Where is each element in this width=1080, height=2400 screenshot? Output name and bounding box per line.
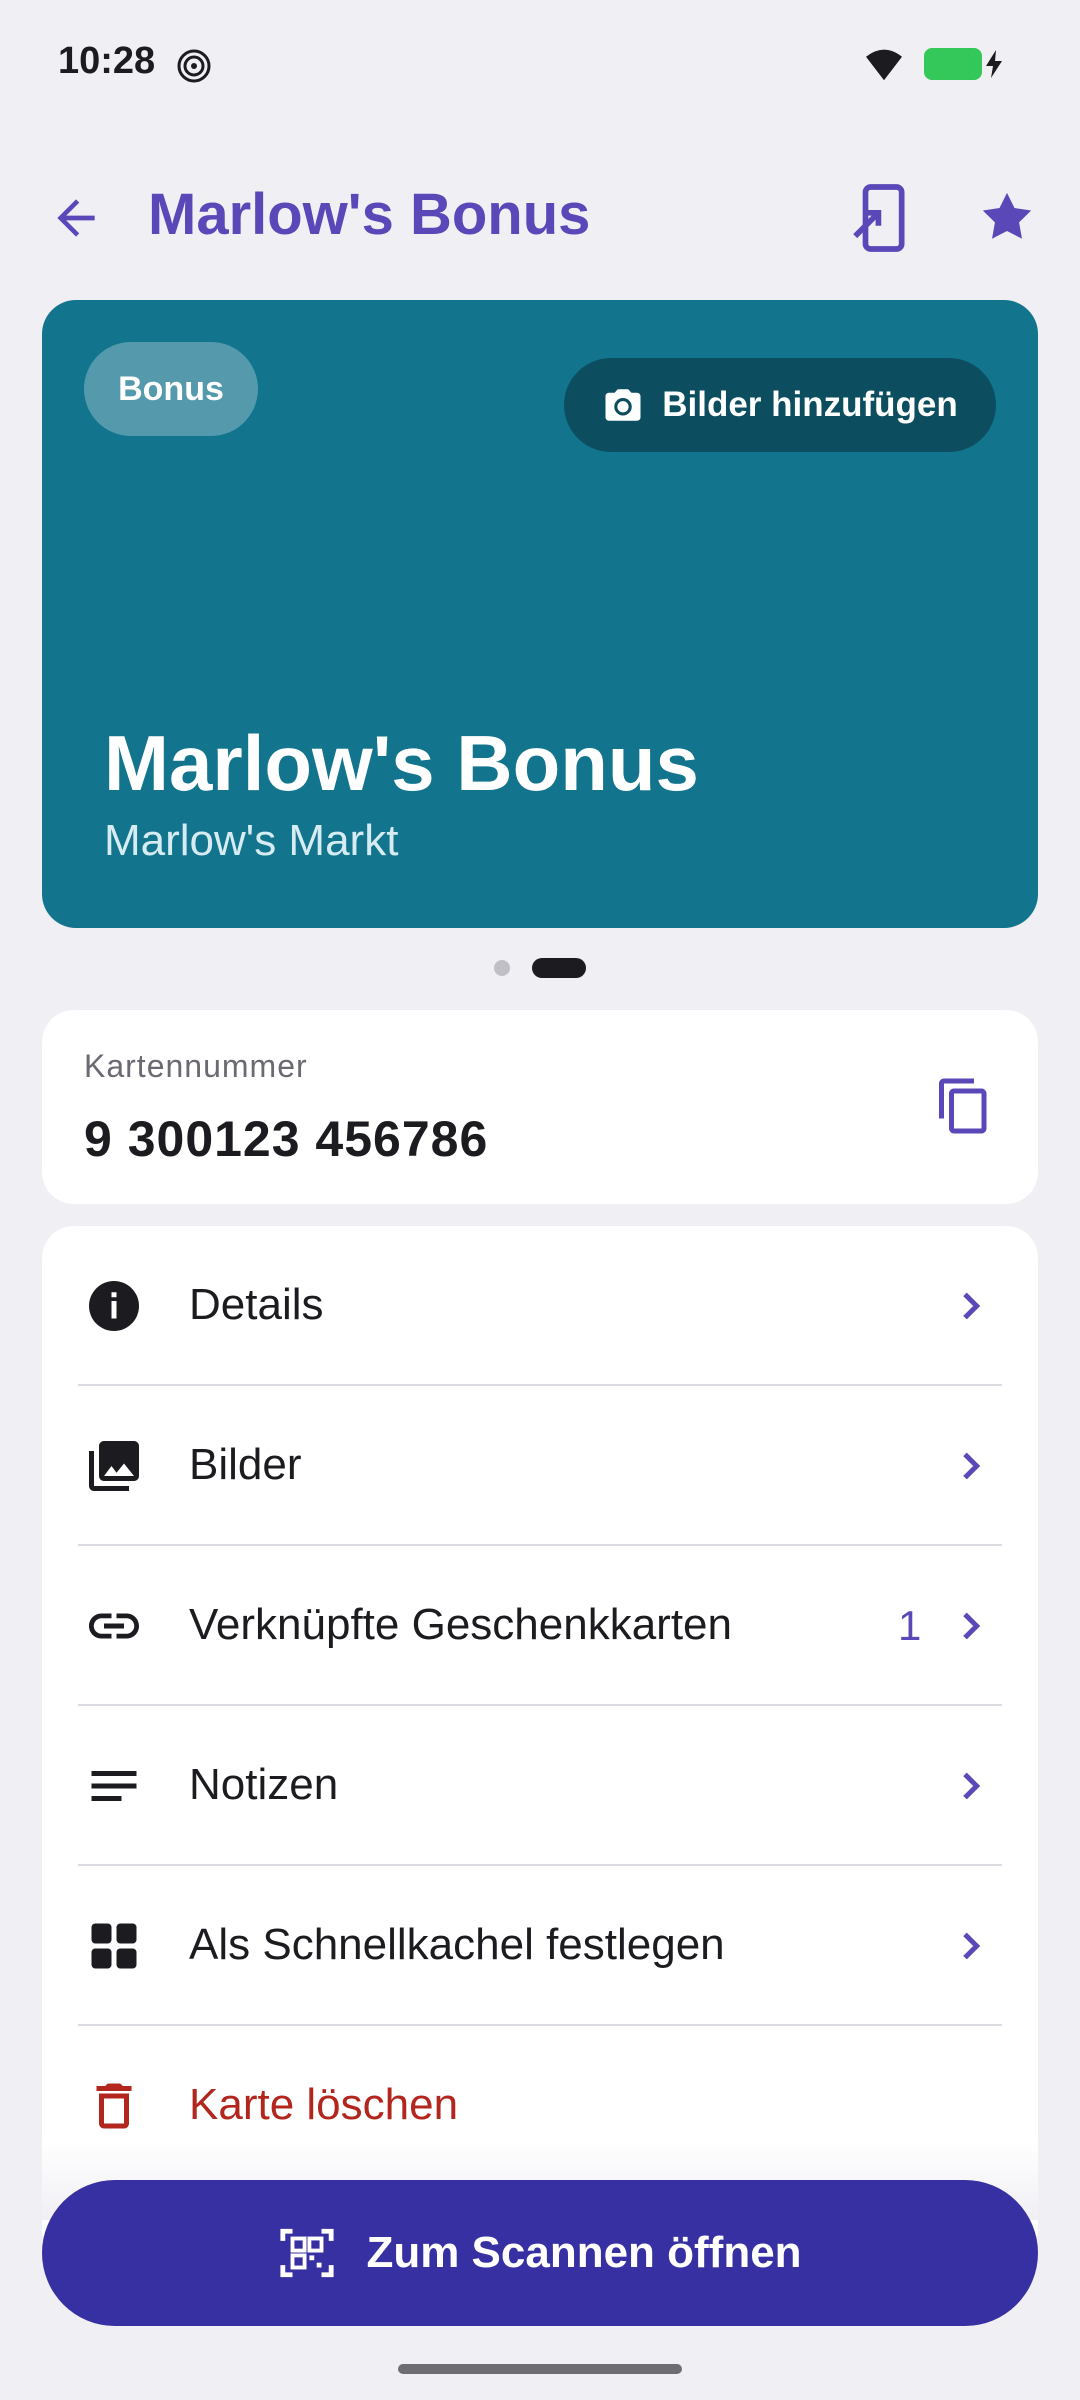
card-number-panel: Kartennummer 9 300123 456786 bbox=[42, 1010, 1038, 1204]
battery-icon bbox=[924, 48, 982, 80]
back-arrow-icon[interactable] bbox=[48, 190, 104, 246]
chevron-right-icon bbox=[963, 1292, 981, 1320]
chevron-right-icon bbox=[963, 1452, 981, 1480]
card-hero[interactable]: Bonus Bilder hinzufügen Marlow's Bonus M… bbox=[42, 300, 1038, 928]
chevron-right-icon bbox=[963, 1932, 981, 1960]
card-subtitle: Marlow's Markt bbox=[104, 816, 399, 865]
linked-count-badge: 1 bbox=[898, 1602, 922, 1649]
chevron-right-icon bbox=[963, 1772, 981, 1800]
menu-item-label: Details bbox=[189, 1280, 324, 1329]
card-number-label: Kartennummer bbox=[84, 1048, 308, 1084]
status-time: 10:28 bbox=[58, 40, 156, 82]
menu-item-details[interactable]: Details bbox=[42, 1226, 1038, 1386]
menu-item-images[interactable]: Bilder bbox=[42, 1386, 1038, 1546]
add-images-button[interactable]: Bilder hinzufügen bbox=[564, 358, 996, 452]
chevron-right-icon bbox=[963, 1612, 981, 1640]
card-title: Marlow's Bonus bbox=[104, 719, 699, 807]
home-indicator[interactable] bbox=[398, 2364, 682, 2374]
spiral-notification-icon bbox=[177, 49, 211, 83]
menu-item-label: Karte löschen bbox=[189, 2080, 459, 2129]
camera-icon bbox=[605, 389, 641, 421]
menu-item-label: Notizen bbox=[189, 1760, 339, 1809]
grid-icon bbox=[91, 1923, 137, 1969]
card-menu: Details Bilder Verknüpfte Geschenkkarten… bbox=[42, 1226, 1038, 2236]
notes-icon bbox=[91, 1771, 137, 1801]
pager-dot-active[interactable] bbox=[532, 958, 586, 978]
scan-button-label: Zum Scannen öffnen bbox=[366, 2228, 802, 2277]
pager-dot[interactable] bbox=[494, 960, 510, 976]
link-icon bbox=[89, 1613, 139, 1639]
star-icon[interactable] bbox=[978, 188, 1036, 246]
qr-scan-icon bbox=[280, 2228, 335, 2278]
open-for-scanning-button[interactable]: Zum Scannen öffnen bbox=[42, 2180, 1038, 2326]
add-images-label: Bilder hinzufügen bbox=[662, 385, 958, 424]
card-type-chip: Bonus bbox=[84, 342, 258, 436]
charging-bolt-icon bbox=[986, 50, 1002, 78]
menu-item-label: Als Schnellkachel festlegen bbox=[189, 1920, 725, 1969]
info-icon bbox=[89, 1281, 139, 1331]
open-on-device-icon[interactable] bbox=[850, 184, 912, 252]
trash-icon bbox=[96, 2083, 132, 2129]
photo-library-icon bbox=[89, 1441, 139, 1491]
menu-item-linked-giftcards[interactable]: Verknüpfte Geschenkkarten 1 bbox=[42, 1546, 1038, 1706]
wifi-icon bbox=[866, 49, 902, 81]
menu-item-label: Bilder bbox=[189, 1440, 302, 1489]
copy-icon[interactable] bbox=[934, 1076, 994, 1136]
menu-item-label: Verknüpfte Geschenkkarten bbox=[189, 1600, 732, 1649]
menu-item-notes[interactable]: Notizen bbox=[42, 1706, 1038, 1866]
card-number-value: 9 300123 456786 bbox=[84, 1111, 489, 1167]
menu-item-quick-tile[interactable]: Als Schnellkachel festlegen bbox=[42, 1866, 1038, 2026]
page-title: Marlow's Bonus bbox=[148, 182, 591, 247]
